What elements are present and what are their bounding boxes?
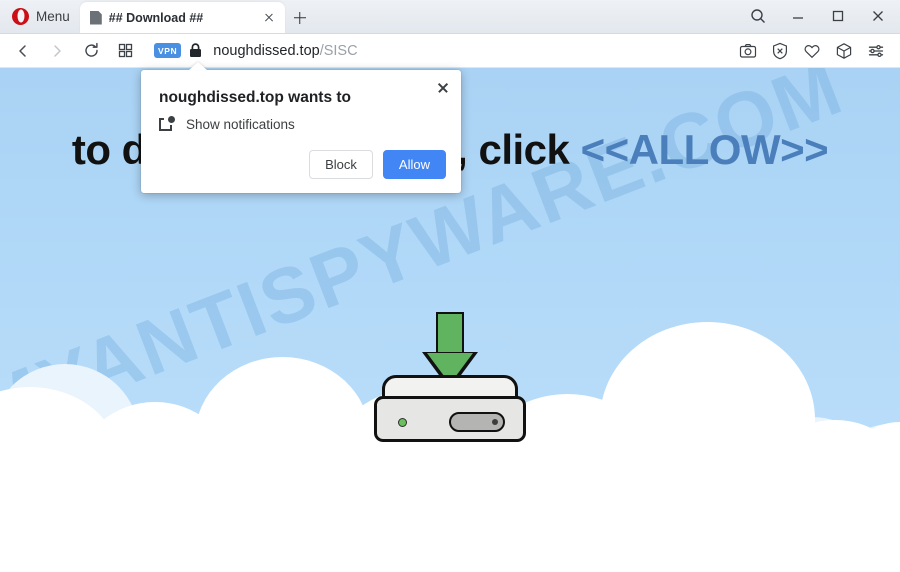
permission-label: Show notifications	[186, 116, 295, 132]
maximize-icon[interactable]	[818, 0, 858, 33]
dialog-caret	[189, 62, 207, 70]
dialog-title: noughdissed.top wants to	[159, 89, 352, 106]
heart-icon[interactable]	[796, 34, 828, 68]
tab-strip: Menu ## Download ##	[0, 0, 900, 34]
address-bar-input[interactable]: noughdissed.top/SISC	[209, 43, 732, 59]
document-icon	[89, 10, 102, 25]
dialog-actions: Block Allow	[309, 150, 446, 179]
notification-permission-dialog: noughdissed.top wants to Show notificati…	[141, 62, 461, 193]
navigation-toolbar: VPN noughdissed.top/SISC	[0, 34, 900, 68]
drive-body	[374, 396, 526, 442]
snapshot-camera-icon[interactable]	[732, 34, 764, 68]
back-arrow-icon[interactable]	[6, 34, 40, 68]
drive-slot	[449, 412, 505, 432]
browser-tab[interactable]: ## Download ##	[79, 2, 285, 33]
menu-button-label: Menu	[36, 8, 70, 24]
forward-arrow-icon[interactable]	[40, 34, 74, 68]
permission-row: Show notifications	[159, 116, 295, 132]
vpn-badge[interactable]: VPN	[154, 43, 182, 58]
block-button[interactable]: Block	[309, 150, 373, 179]
minimize-icon[interactable]	[778, 0, 818, 33]
hard-drive-download-icon	[374, 312, 526, 442]
cloud-base	[0, 467, 900, 572]
reload-icon[interactable]	[74, 34, 108, 68]
allow-button[interactable]: Allow	[382, 150, 446, 179]
tab-grid-icon[interactable]	[108, 34, 142, 68]
tab-close-icon[interactable]	[259, 8, 279, 28]
easy-setup-sliders-icon[interactable]	[860, 34, 892, 68]
show-notifications-icon	[159, 116, 175, 132]
crypto-wallet-cube-icon[interactable]	[828, 34, 860, 68]
url-host: noughdissed.top	[213, 42, 320, 59]
search-icon[interactable]	[738, 0, 778, 33]
opera-menu-button[interactable]: Menu	[0, 0, 80, 33]
drive-led-icon	[398, 418, 407, 427]
url-path: /SISC	[319, 42, 358, 59]
ad-blocker-shield-icon[interactable]	[764, 34, 796, 68]
new-tab-button[interactable]	[285, 2, 315, 33]
window-controls	[738, 0, 900, 33]
headline-allow-text: <<ALLOW>>	[580, 126, 829, 173]
opera-logo-icon	[12, 7, 29, 25]
toolbar-right-icons	[732, 34, 900, 68]
tab-title: ## Download ##	[108, 10, 204, 25]
padlock-icon[interactable]	[181, 43, 209, 58]
dialog-close-icon[interactable]	[433, 78, 453, 98]
browser-window: Menu ## Download ## VPN noughdissed.top/…	[0, 0, 900, 572]
window-close-icon[interactable]	[858, 0, 898, 33]
